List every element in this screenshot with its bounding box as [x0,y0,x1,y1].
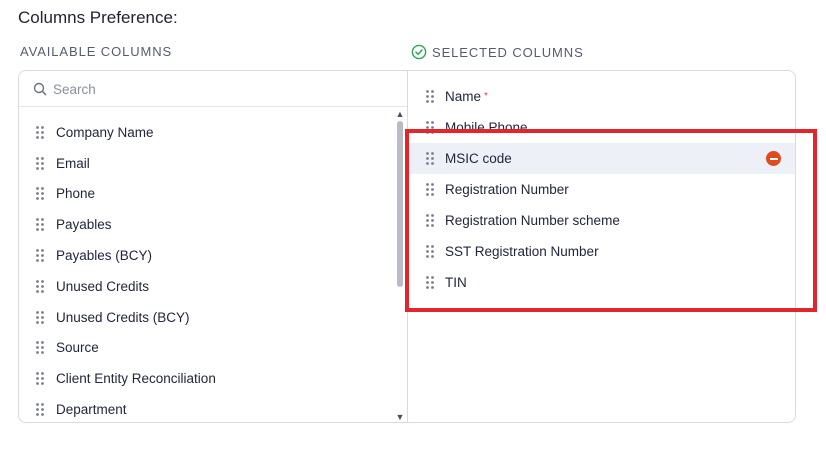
drag-handle-icon[interactable] [36,249,44,262]
available-item-payables[interactable]: Payables [19,209,395,240]
selected-item-name[interactable]: Name * [408,81,795,112]
available-item-label: Company Name [56,124,154,140]
available-item-source[interactable]: Source [19,333,395,364]
drag-handle-icon[interactable] [36,403,44,416]
highlight-annotation-box [405,129,817,312]
available-item-department[interactable]: Department [19,394,395,422]
drag-handle-icon[interactable] [36,341,44,355]
chevron-down-icon[interactable]: ▼ [395,412,405,422]
drag-handle-icon[interactable] [36,279,44,293]
available-item-company-name[interactable]: Company Name [19,117,395,148]
available-item-label: Unused Credits [56,278,150,294]
drag-handle-icon[interactable] [36,218,44,232]
available-item-payables-bcy[interactable]: Payables (BCY) [19,240,395,271]
available-item-label: Email [56,155,90,171]
available-item-unused-credits[interactable]: Unused Credits [19,271,395,302]
drag-handle-icon[interactable] [36,125,44,139]
available-item-label: Department [56,402,127,418]
available-item-label: Payables (BCY) [56,248,153,264]
drag-handle-icon[interactable] [36,156,44,170]
required-marker: * [484,91,488,102]
available-item-label: Client Entity Reconciliation [56,371,216,387]
drag-handle-icon[interactable] [426,90,434,103]
available-item-phone[interactable]: Phone [19,179,395,210]
available-columns-list: Company Name Email Phone Payables Payabl… [19,117,395,422]
search-input[interactable] [53,77,353,101]
available-item-label: Unused Credits (BCY) [56,309,190,325]
search-icon [33,82,47,96]
chevron-up-icon[interactable]: ▲ [395,109,405,119]
available-item-email[interactable]: Email [19,148,395,179]
drag-handle-icon[interactable] [36,372,44,386]
available-list-scrollbar[interactable]: ▲ ▼ [395,107,405,422]
drag-handle-icon[interactable] [36,310,44,324]
search-bar [19,71,407,107]
available-item-label: Phone [56,186,96,202]
drag-handle-icon[interactable] [36,187,44,201]
page-title: Columns Preference: [18,8,178,27]
available-item-client-entity-reconciliation[interactable]: Client Entity Reconciliation [19,363,395,394]
scrollbar-thumb[interactable] [397,121,403,287]
selected-columns-header: SELECTED COLUMNS [411,44,584,60]
selected-columns-label: SELECTED COLUMNS [432,44,584,60]
selected-item-label: Name [445,89,482,104]
available-columns-panel: Company Name Email Phone Payables Payabl… [19,71,408,422]
available-item-label: Payables [56,217,112,233]
check-circle-icon [411,44,427,60]
available-columns-label: AVAILABLE COLUMNS [20,44,173,59]
available-item-label: Source [56,340,99,356]
available-item-unused-credits-bcy[interactable]: Unused Credits (BCY) [19,302,395,333]
